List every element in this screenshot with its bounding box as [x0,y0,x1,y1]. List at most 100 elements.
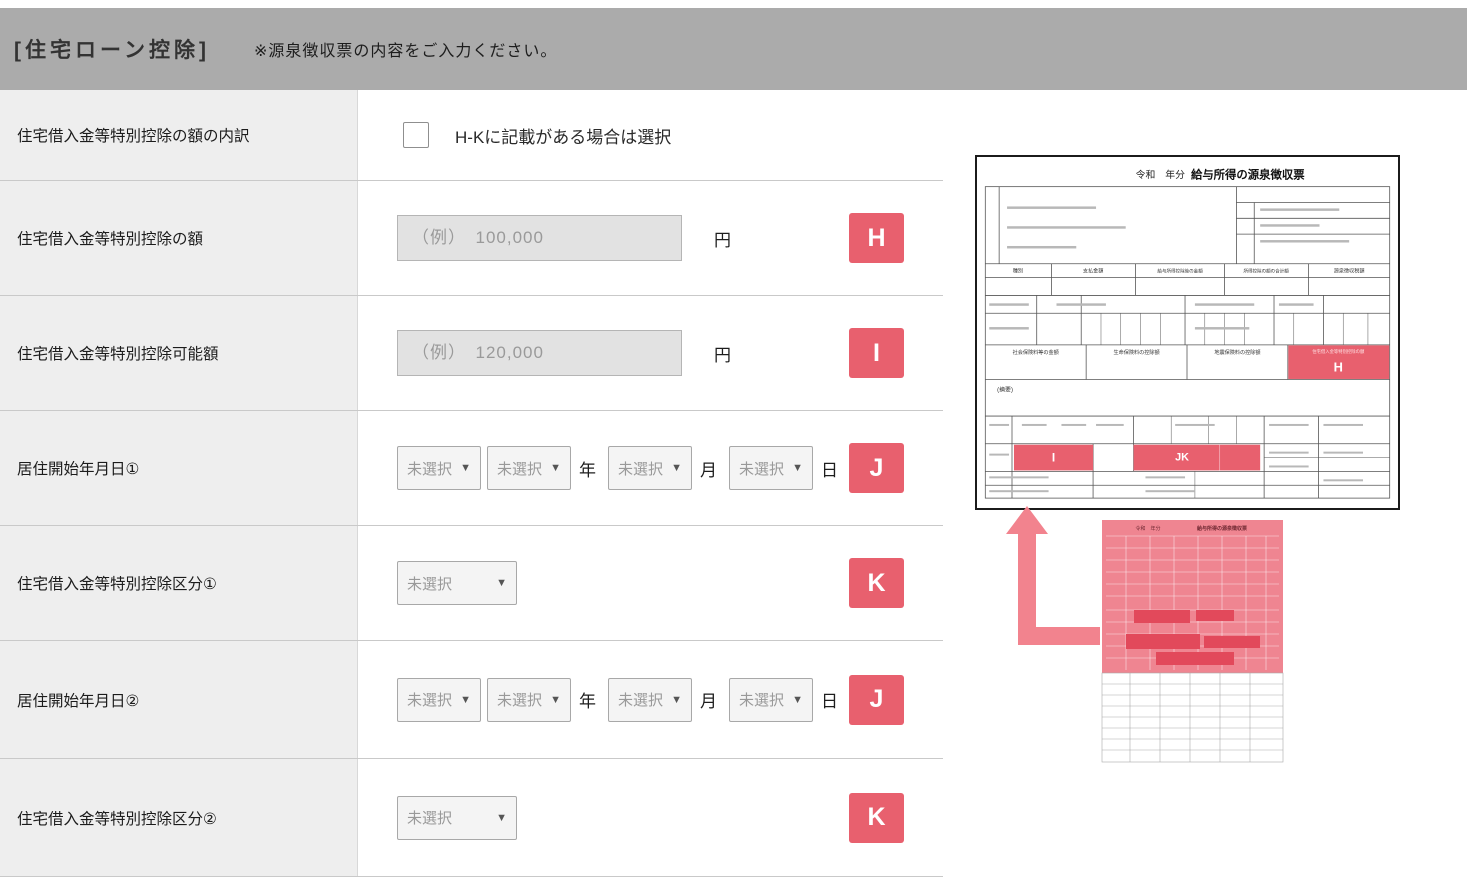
svg-text:JK: JK [1175,452,1189,464]
row-label: 住宅借入金等特別控除可能額 [0,296,358,410]
month-select-2[interactable]: 未選択 ▼ [608,677,692,722]
chevron-down-icon: ▼ [792,693,803,706]
chevron-down-icon: ▼ [550,462,561,474]
badge-k: K [849,558,904,608]
year-unit-label: 年 [579,692,596,711]
chevron-down-icon: ▼ [496,811,507,824]
chevron-down-icon: ▼ [550,693,561,706]
badge-h: H [849,213,904,263]
day-select-2[interactable]: 未選択 ▼ [729,677,813,722]
svg-text:社会保険料等の金額: 社会保険料等の金額 [1013,348,1059,356]
select-value: 未選択 [618,692,664,709]
hk-entry-checkbox[interactable] [403,122,429,148]
chevron-down-icon: ▼ [792,462,803,474]
row-content: 円 H [358,181,943,295]
form-row-special-deduction-amount: 住宅借入金等特別控除の額 円 H [0,181,943,296]
chevron-down-icon: ▼ [671,693,682,706]
form-area: 住宅借入金等特別控除の額の内訳 H-Kに記載がある場合は選択 住宅借入金等特別控… [0,90,943,878]
select-value: 未選択 [407,575,453,593]
svg-text:I: I [1052,451,1055,465]
row-content: 未選択 ▼ K [358,526,943,640]
form-row-move-in-date-2: 居住開始年月日② 未選択 ▼ 未選択 ▼ 年 未選択 ▼ 月 未選択 ▼ 日 J [0,641,943,759]
form-row-deduction-breakdown: 住宅借入金等特別控除の額の内訳 H-Kに記載がある場合は選択 [0,90,943,181]
deductible-limit-amount-input[interactable] [397,330,682,376]
day-select-1[interactable]: 未選択 ▼ [729,446,813,490]
era-select-1[interactable]: 未選択 ▼ [397,446,481,490]
chevron-down-icon: ▼ [460,462,471,474]
svg-text:支払金額: 支払金額 [1083,267,1104,275]
row-label: 居住開始年月日② [0,641,358,758]
select-value: 未選択 [739,460,785,478]
yen-unit-label: 円 [714,345,731,365]
day-unit-label: 日 [821,692,838,711]
page-title: [住宅ローン控除] [14,39,210,62]
svg-text:住宅借入金等特別控除の額: 住宅借入金等特別控除の額 [1312,348,1365,355]
form-row-deduction-category-1: 住宅借入金等特別控除区分① 未選択 ▼ K [0,526,943,641]
section-header: [住宅ローン控除] ※源泉徴収票の内容をご入力ください。 [0,8,1467,90]
slip-highlight-jk: JK [1133,444,1261,471]
deduction-category-select-1[interactable]: 未選択 ▼ [397,561,517,605]
month-unit-label: 月 [700,692,717,711]
header-note: ※源泉徴収票の内容をご入力ください。 [253,43,558,60]
slip-highlight-h: 住宅借入金等特別控除の額 H [1288,345,1390,379]
row-content: 円 I [358,296,943,410]
select-value: 未選択 [407,692,453,709]
svg-text:給与所得控除後の金額: 給与所得控除後の金額 [1157,268,1203,275]
row-content: 未選択 ▼ 未選択 ▼ 年 未選択 ▼ 月 未選択 ▼ 日 J [358,411,943,525]
svg-text:源泉徴収税額: 源泉徴収税額 [1334,267,1365,275]
slip-highlight-i: I [1013,444,1094,471]
yen-unit-label: 円 [714,230,731,250]
year-select-2[interactable]: 未選択 ▼ [487,677,571,722]
form-row-move-in-date-1: 居住開始年月日① 未選択 ▼ 未選択 ▼ 年 未選択 ▼ 月 未選択 ▼ 日 J [0,411,943,526]
withholding-slip-image: 令和 年分 給与所得の源泉徴収票 種別 支払金額 給与所得控除後の金額 所得控除… [975,155,1400,510]
main-content: 住宅借入金等特別控除の額の内訳 H-Kに記載がある場合は選択 住宅借入金等特別控… [0,90,1467,878]
year-unit-label: 年 [579,460,596,480]
select-value: 未選択 [739,692,785,709]
month-unit-label: 月 [700,460,717,480]
reference-panel: 令和 年分 給与所得の源泉徴収票 種別 支払金額 給与所得控除後の金額 所得控除… [943,90,1467,878]
checkbox-label: H-Kに記載がある場合は選択 [455,127,672,147]
svg-text:種別: 種別 [1013,267,1023,275]
withholding-slip-thumbnail: 令和 年分 給与所得の源泉徴収票 [1100,518,1285,765]
svg-text:令和 年分: 令和 年分 [1136,168,1186,181]
year-select-1[interactable]: 未選択 ▼ [487,446,571,490]
housing-loan-deduction-page: [住宅ローン控除] ※源泉徴収票の内容をご入力ください。 住宅借入金等特別控除の… [0,8,1467,886]
badge-k: K [849,792,904,843]
month-select-1[interactable]: 未選択 ▼ [608,446,692,490]
svg-text:給与所得の源泉徴収票: 給与所得の源泉徴収票 [1191,167,1305,181]
chevron-down-icon: ▼ [460,693,471,706]
row-label: 住宅借入金等特別控除の額の内訳 [0,90,358,180]
svg-text:令和 年分: 令和 年分 [1135,525,1160,532]
row-label: 住宅借入金等特別控除の額 [0,181,358,295]
svg-text:(摘要): (摘要) [997,385,1013,393]
select-value: 未選択 [618,460,664,478]
select-value: 未選択 [497,692,543,709]
era-select-2[interactable]: 未選択 ▼ [397,677,481,722]
row-content: 未選択 ▼ K [358,759,943,876]
row-label: 居住開始年月日① [0,411,358,525]
select-value: 未選択 [407,810,453,827]
svg-text:給与所得の源泉徴収票: 給与所得の源泉徴収票 [1197,525,1247,532]
special-deduction-amount-input[interactable] [397,215,682,261]
chevron-down-icon: ▼ [671,462,682,474]
select-value: 未選択 [497,460,543,478]
svg-text:所得控除の額の合計額: 所得控除の額の合計額 [1243,268,1289,275]
row-content: H-Kに記載がある場合は選択 [358,90,943,180]
form-row-deductible-limit-amount: 住宅借入金等特別控除可能額 円 I [0,296,943,411]
chevron-down-icon: ▼ [496,577,507,589]
badge-j: J [849,443,904,493]
slip-title: 令和 年分 給与所得の源泉徴収票 [1136,167,1306,181]
row-content: 未選択 ▼ 未選択 ▼ 年 未選択 ▼ 月 未選択 ▼ 日 J [358,641,943,758]
day-unit-label: 日 [821,460,838,480]
svg-text:地震保険料の控除額: 地震保険料の控除額 [1214,348,1260,356]
small-slip-pink-area: 令和 年分 給与所得の源泉徴収票 [1102,520,1283,673]
svg-text:H: H [1334,360,1343,375]
svg-text:生命保険料の控除額: 生命保険料の控除額 [1114,348,1160,356]
badge-j: J [849,674,904,725]
badge-i: I [849,328,904,378]
deduction-category-select-2[interactable]: 未選択 ▼ [397,795,517,840]
row-label: 住宅借入金等特別控除区分① [0,526,358,640]
small-slip-bottom-grid [1101,672,1284,763]
row-label: 住宅借入金等特別控除区分② [0,759,358,876]
form-row-deduction-category-2: 住宅借入金等特別控除区分② 未選択 ▼ K [0,759,943,877]
